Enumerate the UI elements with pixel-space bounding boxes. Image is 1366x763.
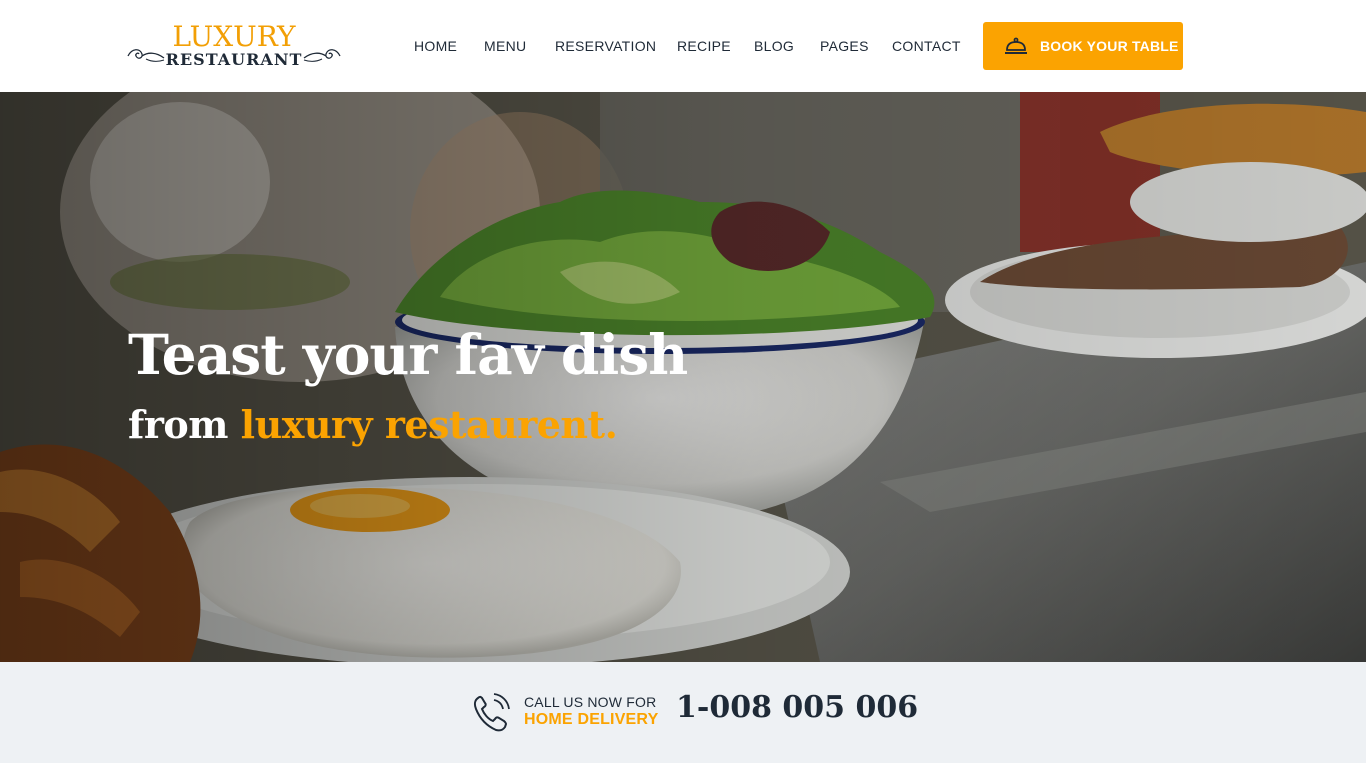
- book-table-button[interactable]: BOOK YOUR TABLE: [983, 22, 1183, 70]
- logo[interactable]: LUXURY RESTAURANT: [126, 22, 342, 70]
- nav-contact[interactable]: CONTACT: [892, 36, 961, 56]
- right-flourish-icon: [303, 49, 341, 62]
- hero-subtitle-accent: luxury restaurent.: [240, 402, 618, 447]
- site-header: LUXURY RESTAURANT HOME MENU RESERVATION …: [0, 0, 1366, 92]
- nav-recipe[interactable]: RECIPE: [677, 36, 731, 56]
- nav-pages[interactable]: PAGES: [820, 36, 869, 56]
- phone-number[interactable]: 1-008 005 006: [676, 686, 918, 730]
- delivery-call-label: CALL US NOW FOR: [524, 694, 657, 710]
- hero-subtitle: from luxury restaurent.: [128, 400, 618, 450]
- phone-icon: [473, 693, 510, 732]
- hero-banner: Teast your fav dish from luxury restaure…: [0, 92, 1366, 662]
- nav-blog[interactable]: BLOG: [754, 36, 794, 56]
- nav-reservation[interactable]: RESERVATION: [555, 36, 656, 56]
- hero-subtitle-prefix: from: [128, 402, 241, 447]
- nav-home[interactable]: HOME: [414, 36, 457, 56]
- nav-menu[interactable]: MENU: [484, 36, 526, 56]
- service-bell-icon: [1005, 37, 1027, 54]
- book-table-label: BOOK YOUR TABLE: [1040, 38, 1179, 54]
- hero-title: Teast your fav dish: [128, 322, 688, 387]
- delivery-home-label: HOME DELIVERY: [524, 711, 659, 728]
